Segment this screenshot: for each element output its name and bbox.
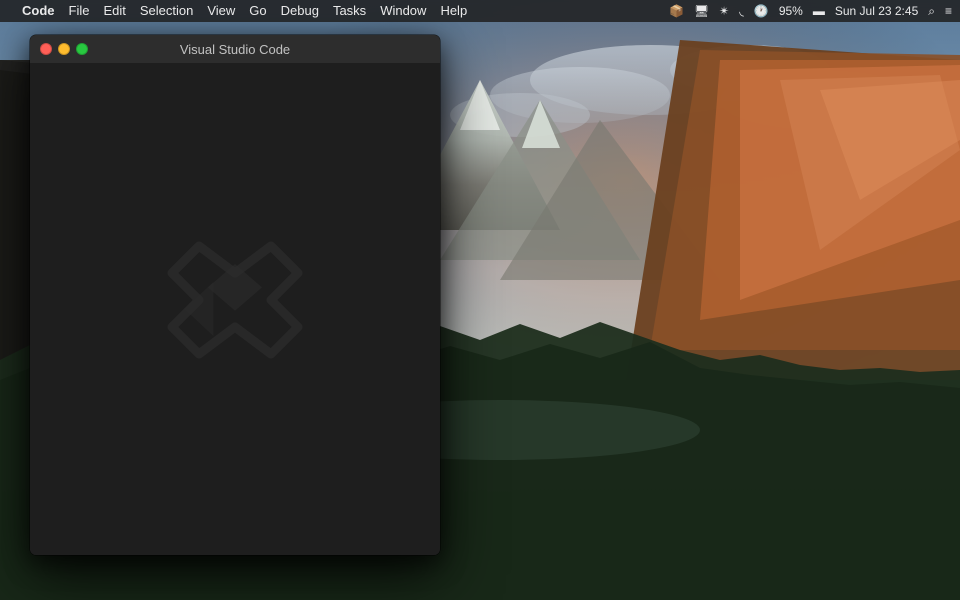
menubar-go[interactable]: Go: [249, 0, 266, 22]
vscode-window: Visual Studio Code: [30, 35, 440, 555]
bluetooth-icon: ✴: [719, 0, 729, 22]
menubar-edit[interactable]: Edit: [103, 0, 125, 22]
window-title: Visual Studio Code: [180, 42, 290, 57]
window-close-button[interactable]: [40, 43, 52, 55]
time-machine-icon: 🕐: [754, 0, 769, 22]
window-titlebar: Visual Studio Code: [30, 35, 440, 63]
datetime: Sun Jul 23 2:45: [835, 0, 918, 22]
dropbox-icon: 📦: [669, 0, 684, 22]
window-content: [30, 63, 440, 555]
menubar-tasks[interactable]: Tasks: [333, 0, 366, 22]
battery-icon: ▬: [813, 0, 825, 22]
window-controls[interactable]: [40, 43, 88, 55]
search-icon[interactable]: ⌕: [928, 0, 935, 22]
menubar-debug[interactable]: Debug: [281, 0, 319, 22]
menubar-left: Code File Edit Selection View Go Debug T…: [8, 0, 669, 22]
window-minimize-button[interactable]: [58, 43, 70, 55]
menubar-file[interactable]: File: [69, 0, 90, 22]
menubar: Code File Edit Selection View Go Debug T…: [0, 0, 960, 22]
menubar-window[interactable]: Window: [380, 0, 426, 22]
menubar-selection[interactable]: Selection: [140, 0, 193, 22]
menubar-help[interactable]: Help: [440, 0, 467, 22]
list-icon[interactable]: ≡: [945, 0, 952, 22]
window-maximize-button[interactable]: [76, 43, 88, 55]
menubar-view[interactable]: View: [207, 0, 235, 22]
screen-icon: 🖥: [694, 0, 709, 22]
menubar-app-name[interactable]: Code: [22, 0, 55, 22]
vscode-logo-watermark: [145, 219, 325, 399]
wifi-icon: ◟: [739, 0, 744, 22]
battery-percent: 95%: [779, 0, 803, 22]
menubar-right: 📦 🖥 ✴ ◟ 🕐 95% ▬ Sun Jul 23 2:45 ⌕ ≡: [669, 0, 952, 22]
